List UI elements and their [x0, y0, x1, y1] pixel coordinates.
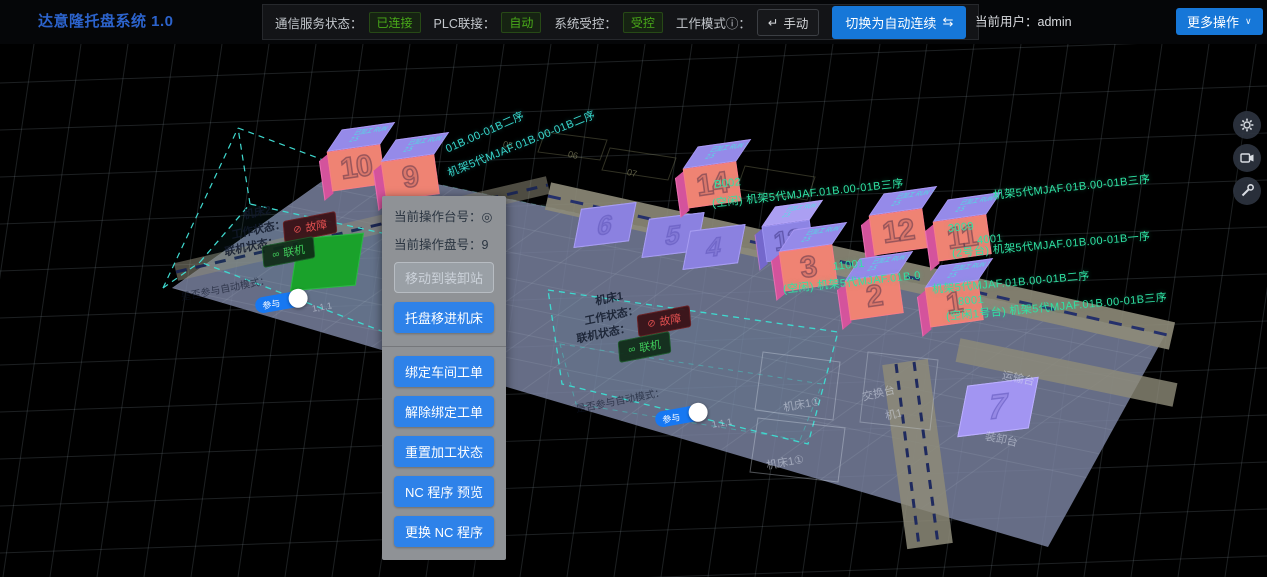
gear-icon — [1239, 117, 1255, 133]
status-comm-label: 通信服务状态： — [275, 13, 363, 32]
wrench-icon — [1239, 183, 1255, 199]
switch-auto-button[interactable]: 切换为自动连续 ⇆ — [832, 6, 966, 39]
current-pallet-label: 当前操作盘号： — [394, 238, 482, 252]
reset-machining-state-button[interactable]: 重置加工状态 — [394, 436, 494, 467]
zone2-online-text: 联机 — [283, 241, 306, 261]
status-plc-label: PLC联接： — [434, 13, 496, 32]
current-pallet-value: 9 — [482, 238, 489, 252]
chevron-down-icon: ∨ — [1245, 16, 1252, 27]
zone1-fault-text: 故障 — [659, 310, 682, 330]
nc-program-preview-button[interactable]: NC 程序 预览 — [394, 476, 494, 507]
pallet-context-menu: 当前操作台号：◎ 当前操作盘号：9 移动到装卸站 托盘移进机床 绑定车间工单 解… — [382, 196, 506, 560]
pallet-front-face: 9 — [381, 154, 440, 201]
tools-button[interactable] — [1233, 177, 1261, 205]
enter-icon: ↵ — [768, 15, 778, 30]
pallet-cube-9[interactable]: 已加工 RUN 1 2.5 9 — [378, 135, 440, 204]
fault-icon: ⊘ — [293, 223, 302, 236]
fault-icon: ⊘ — [647, 317, 656, 330]
replace-nc-program-button[interactable]: 更换 NC 程序 — [394, 516, 494, 547]
move-to-loading-station-button: 移动到装卸站 — [394, 262, 494, 293]
link-icon: ∞ — [628, 343, 636, 355]
current-user-value: admin — [1038, 15, 1072, 29]
pallet-number: 10 — [338, 149, 374, 187]
slot-number: 7 — [985, 386, 1012, 429]
slot-number: 6 — [595, 208, 616, 242]
more-actions-button[interactable]: 更多操作 ∨ — [1176, 8, 1263, 35]
switch-icon: ⇆ — [942, 14, 953, 30]
slot-tile-6[interactable]: 6 — [573, 202, 636, 248]
work-mode: 工作模式ⓘ： ↵ 手动 — [676, 9, 820, 36]
camera-button[interactable] — [1233, 144, 1261, 172]
status-control-label: 系统受控： — [554, 13, 617, 32]
topbar: 达意隆托盘系统 1.0 通信服务状态： 已连接 PLC联接： 自动 系统受控： … — [0, 0, 1267, 44]
rack-slot-outline-2 — [602, 148, 676, 180]
slot-number: 5 — [663, 218, 684, 252]
zone1-online-text: 联机 — [639, 336, 662, 356]
pallet-number: 12 — [880, 213, 916, 251]
status-control-badge: 受控 — [623, 12, 663, 33]
current-user: 当前用户：admin — [975, 0, 1072, 44]
current-user-label: 当前用户： — [975, 15, 1038, 29]
status-comm: 通信服务状态： 已连接 — [275, 12, 421, 33]
status-comm-badge: 已连接 — [369, 12, 421, 33]
status-plc: PLC联接： 自动 — [434, 12, 542, 33]
bind-workorder-button[interactable]: 绑定车间工单 — [394, 356, 494, 387]
work-mode-label: 工作模式ⓘ： — [676, 13, 751, 32]
pallet-cube-12[interactable]: 已加工 RUN 1 2.5 12 — [866, 189, 928, 258]
camera-icon — [1239, 150, 1255, 166]
pallet-number: 9 — [400, 160, 420, 196]
status-plc-badge: 自动 — [501, 12, 541, 33]
settings-button[interactable] — [1233, 111, 1261, 139]
slot-tile-4[interactable]: 4 — [682, 224, 745, 270]
current-station-row: 当前操作台号：◎ — [394, 206, 494, 225]
app-title: 达意隆托盘系统 1.0 — [38, 0, 174, 44]
manual-mode-label: 手动 — [783, 13, 808, 32]
menu-separator — [382, 346, 506, 347]
status-control: 系统受控： 受控 — [554, 12, 663, 33]
current-station-label: 当前操作台号： — [394, 210, 482, 224]
toggle-label: 参与 — [254, 296, 281, 313]
zone2-fault-text: 故障 — [305, 216, 328, 236]
scene-tool-buttons — [1233, 111, 1261, 205]
link-icon: ∞ — [272, 248, 280, 260]
pallet-front-face: 12 — [869, 208, 928, 255]
zone-machine2-riser1 — [238, 128, 250, 204]
current-pallet-row: 当前操作盘号：9 — [394, 234, 494, 253]
manual-mode-button[interactable]: ↵ 手动 — [757, 9, 820, 36]
slot-number: 4 — [704, 230, 725, 264]
more-actions-label: 更多操作 — [1187, 12, 1239, 31]
status-group: 通信服务状态： 已连接 PLC联接： 自动 系统受控： 受控 工作模式ⓘ： ↵ … — [262, 4, 979, 40]
current-station-value: ◎ — [482, 210, 493, 224]
toggle-label: 参与 — [654, 410, 681, 427]
unbind-workorder-button[interactable]: 解除绑定工单 — [394, 396, 494, 427]
switch-auto-label: 切换为自动连续 — [845, 13, 936, 32]
scene-viewport[interactable]: 05 06 07 08 机床2 工作状态： 联机状态： ⊘ 故障 ∞ 联机 是否… — [0, 44, 1267, 577]
move-pallet-into-machine-button[interactable]: 托盘移进机床 — [394, 302, 494, 333]
